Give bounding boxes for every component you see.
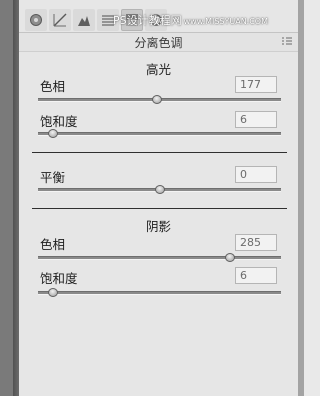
section-divider [32, 208, 287, 209]
right-scrollbar-strip[interactable] [298, 0, 304, 396]
shadows-saturation-label: 饱和度 [40, 271, 78, 286]
balance-thumb[interactable] [154, 185, 165, 194]
watermark: PS设计教程网 www.MISSYUAN.COM [113, 12, 268, 28]
balance-label: 平衡 [40, 170, 66, 185]
highlights-hue-input[interactable]: 177 [235, 76, 277, 93]
shadows-saturation-input[interactable]: 6 [235, 267, 277, 284]
watermark-site: www.MISSYUAN.COM [183, 17, 269, 26]
left-sidebar-strip [0, 0, 13, 396]
histogram-icon[interactable] [49, 9, 71, 31]
shadows-hue-thumb[interactable] [224, 253, 235, 262]
shadows-saturation-track[interactable] [38, 291, 281, 295]
highlights-hue-label: 色相 [40, 79, 66, 94]
panel-header: 分离色调 [19, 32, 298, 52]
highlights-hue-thumb[interactable] [152, 95, 163, 104]
shadows-hue-label: 色相 [40, 237, 66, 252]
balance-input[interactable]: 0 [235, 166, 277, 183]
shadows-title: 阴影 [145, 219, 171, 234]
shadows-hue-input[interactable]: 285 [235, 234, 277, 251]
highlights-saturation-thumb[interactable] [47, 129, 58, 138]
section-divider [32, 152, 287, 153]
highlights-saturation-track[interactable] [38, 132, 281, 136]
shadows-saturation-thumb[interactable] [47, 288, 58, 297]
highlights-saturation-label: 饱和度 [40, 114, 78, 129]
highlights-saturation-input[interactable]: 6 [235, 111, 277, 128]
panel-menu-icon[interactable] [282, 37, 292, 45]
shadows-hue-track[interactable] [38, 256, 281, 260]
tone-curve-icon[interactable] [25, 9, 47, 31]
mountain-icon[interactable] [73, 9, 95, 31]
panel-title: 分离色调 [134, 36, 183, 50]
watermark-text: PS设计教程网 [113, 14, 182, 27]
split-toning-panel: PS设计教程网 www.MISSYUAN.COM 分离色调 高光 色相 177 饱… [19, 0, 298, 396]
